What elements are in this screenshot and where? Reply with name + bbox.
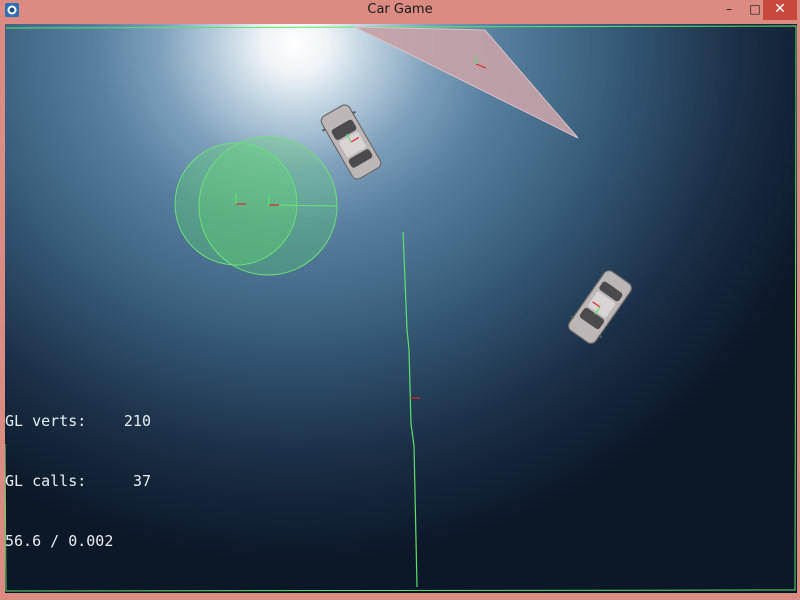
game-window: Car Game – □ ✕ GL verts: 210 GL calls: 3… — [0, 0, 800, 600]
car — [568, 270, 632, 344]
hud-calls-value: 37 — [132, 472, 151, 490]
game-viewport[interactable]: GL verts: 210 GL calls: 37 56.6 / 0.002 — [5, 24, 797, 593]
hud-verts-row: GL verts: 210 — [5, 411, 151, 431]
title-bar[interactable]: Car Game – □ ✕ — [0, 0, 800, 22]
window-title: Car Game — [367, 2, 433, 17]
close-button[interactable]: ✕ — [763, 0, 797, 20]
wall-line — [402, 231, 418, 588]
hud-calls-row: GL calls: 37 — [5, 471, 151, 491]
hud-fps-line: 56.6 / 0.002 — [5, 532, 114, 550]
minimize-button[interactable]: – — [716, 0, 742, 20]
ramp — [354, 26, 579, 139]
debug-hud: GL verts: 210 GL calls: 37 56.6 / 0.002 — [5, 371, 151, 591]
hud-verts-value: 210 — [123, 412, 151, 430]
hud-calls-label: GL calls: — [5, 472, 87, 490]
hud-verts-label: GL verts: — [5, 412, 87, 430]
